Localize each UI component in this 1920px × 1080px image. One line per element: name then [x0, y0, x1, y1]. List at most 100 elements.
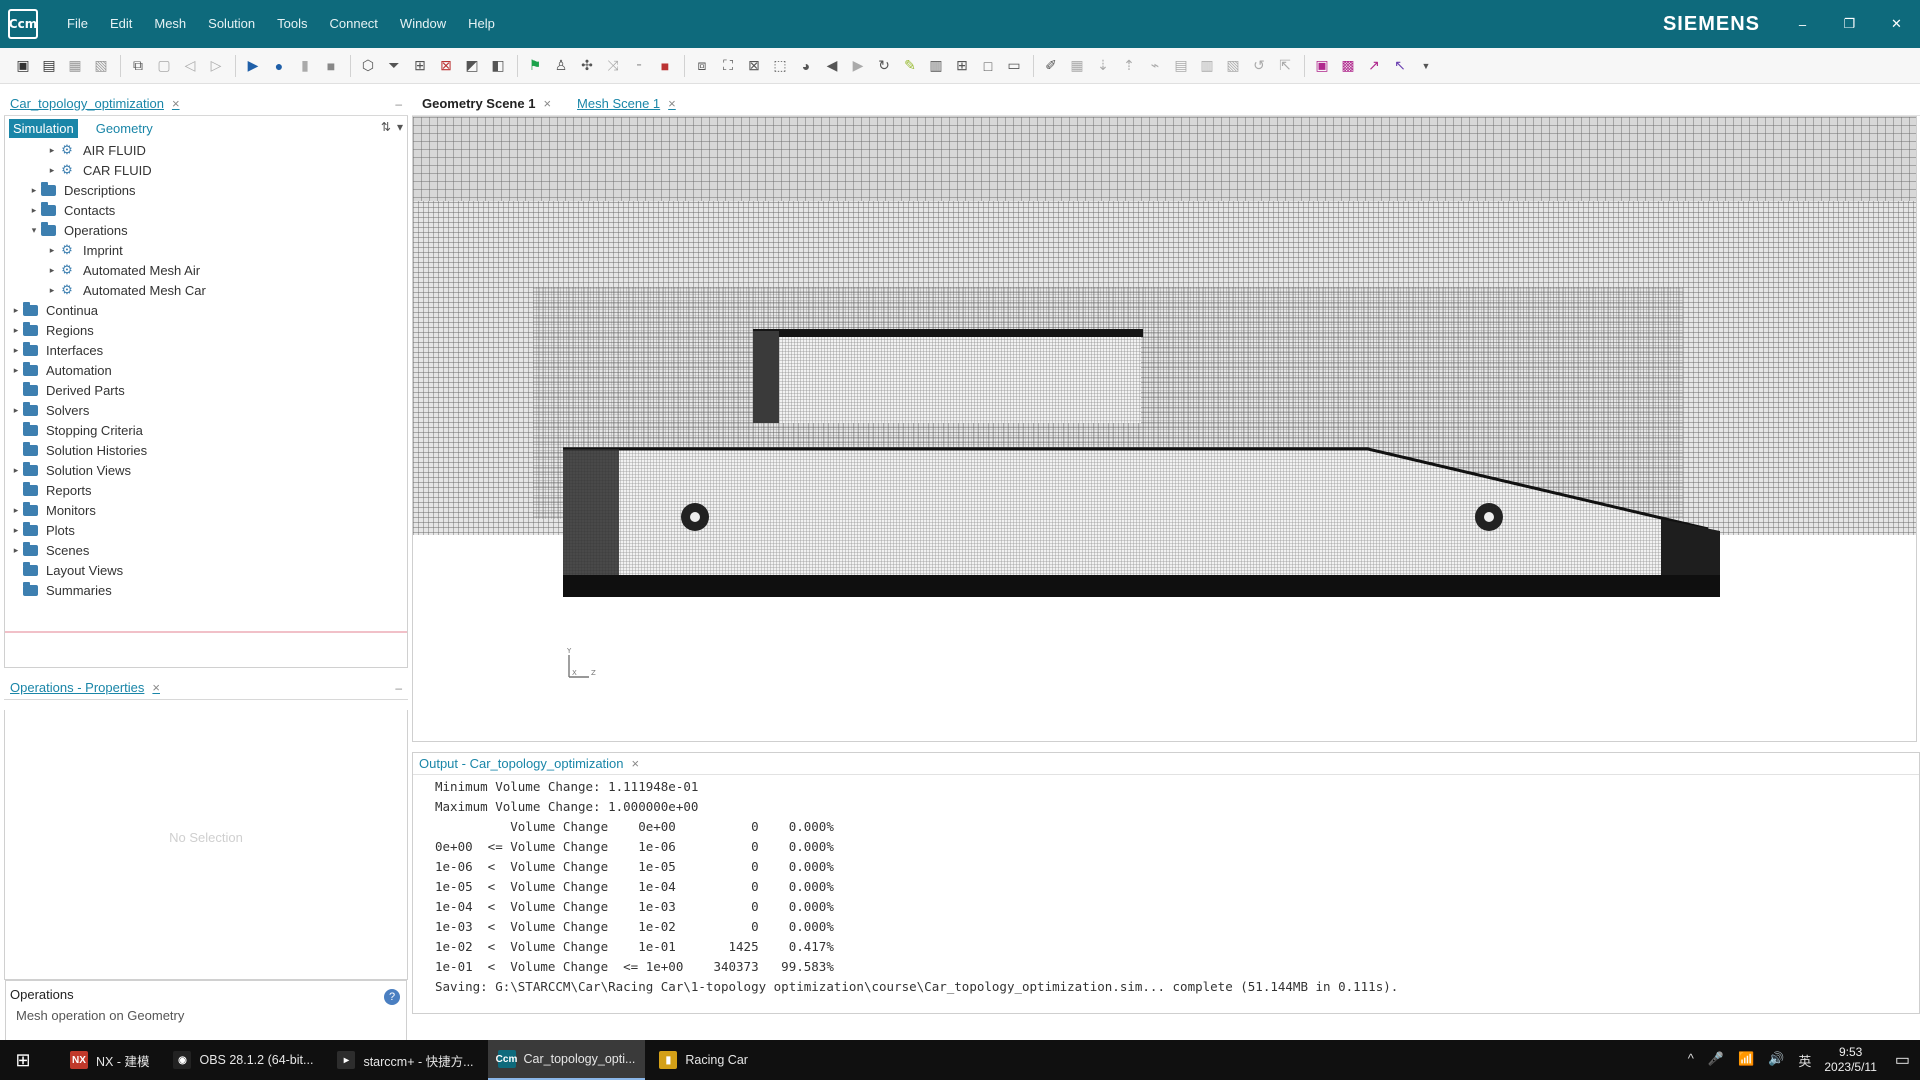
network-icon[interactable]: 📶 — [1738, 1051, 1754, 1070]
clear-mesh-icon[interactable]: ⊠ — [437, 57, 455, 75]
zoom-icon[interactable]: ⊠ — [745, 57, 763, 75]
minimize-panel-icon[interactable]: – — [395, 97, 402, 111]
expand-caret-icon[interactable]: ▸ — [45, 245, 59, 256]
step-icon[interactable]: ● — [270, 57, 288, 75]
expanded-caret-icon[interactable]: ▾ — [27, 225, 41, 236]
tree-item-continua[interactable]: ▸ Continua — [5, 300, 407, 320]
tab-mesh-scene[interactable]: Mesh Scene 1 × — [577, 96, 676, 111]
arrow-down-icon[interactable]: ⇣ — [1094, 57, 1112, 75]
close-button[interactable]: ✕ — [1873, 0, 1920, 48]
expand-caret-icon[interactable]: ▸ — [27, 185, 41, 196]
pause-icon[interactable]: ▮ — [296, 57, 314, 75]
menu-solution[interactable]: Solution — [197, 0, 266, 48]
filter-icon[interactable]: ⏷ — [385, 57, 403, 75]
stop-icon[interactable]: ■ — [322, 57, 340, 75]
rotate-icon[interactable]: ↻ — [875, 57, 893, 75]
run-icon[interactable]: ▶ — [244, 57, 262, 75]
expand-caret-icon[interactable]: ▸ — [45, 165, 59, 176]
expand-caret-icon[interactable]: ▸ — [27, 205, 41, 216]
tree-item-descriptions[interactable]: ▸ Descriptions — [5, 180, 407, 200]
expand-caret-icon[interactable]: ▸ — [45, 265, 59, 276]
output-tab[interactable]: Output - Car_topology_optimization × — [413, 753, 1919, 775]
expand-caret-icon[interactable]: ▸ — [45, 145, 59, 156]
pointer-icon[interactable]: ↖ — [1391, 57, 1409, 75]
start-button[interactable]: ⊞ — [0, 1040, 46, 1080]
close-icon[interactable]: × — [152, 680, 160, 695]
tree-item-derived-parts[interactable]: Derived Parts — [5, 380, 407, 400]
tree-filter-icon[interactable]: ⇅ — [381, 120, 391, 134]
expand-caret-icon[interactable]: ▸ — [9, 405, 23, 416]
tab-geometry-scene[interactable]: Geometry Scene 1 × — [422, 96, 551, 111]
restore-button[interactable]: ❐ — [1826, 0, 1873, 48]
tree-item-car-fluid[interactable]: ▸ ⚙ CAR FLUID — [5, 160, 407, 180]
chevron-down-icon[interactable]: ▾ — [397, 120, 403, 134]
tree-item-interfaces[interactable]: ▸ Interfaces — [5, 340, 407, 360]
tree-item-solution-histories[interactable]: Solution Histories — [5, 440, 407, 460]
tree-item-automation[interactable]: ▸ Automation — [5, 360, 407, 380]
menu-window[interactable]: Window — [389, 0, 457, 48]
close-icon[interactable]: × — [632, 756, 640, 771]
graphics-viewport[interactable]: Y X Z — [412, 116, 1917, 742]
record-icon[interactable]: ⁃ — [630, 57, 648, 75]
tree-item-air-fluid[interactable]: ▸ ⚙ AIR FLUID — [5, 140, 407, 160]
colorbar-icon[interactable]: ▣ — [1313, 57, 1331, 75]
scalar-icon[interactable]: ▩ — [1339, 57, 1357, 75]
link-icon[interactable]: ⌁ — [1146, 57, 1164, 75]
open-icon[interactable]: ▤ — [40, 57, 58, 75]
export-icon[interactable]: ⇱ — [1276, 57, 1294, 75]
tab-simulation[interactable]: Simulation — [9, 118, 78, 138]
new-sim-icon[interactable]: ▣ — [14, 57, 32, 75]
menu-mesh[interactable]: Mesh — [143, 0, 197, 48]
volume-icon[interactable]: ◧ — [489, 57, 507, 75]
tools-icon[interactable]: ✣ — [578, 57, 596, 75]
expand-caret-icon[interactable]: ▸ — [45, 285, 59, 296]
expand-caret-icon[interactable]: ▸ — [9, 465, 23, 476]
select-icon[interactable]: ⬚ — [771, 57, 789, 75]
person-icon[interactable]: ♙ — [552, 57, 570, 75]
expand-caret-icon[interactable]: ▸ — [9, 305, 23, 316]
menu-edit[interactable]: Edit — [99, 0, 143, 48]
volume-icon[interactable]: 🔊 — [1768, 1051, 1784, 1070]
close-icon[interactable]: × — [668, 96, 676, 111]
edit-icon[interactable]: ✐ — [1042, 57, 1060, 75]
tree-item-summaries[interactable]: Summaries — [5, 580, 407, 600]
table-icon[interactable]: ▦ — [1068, 57, 1086, 75]
taskbar-item[interactable]: Ccm Car_topology_opti... — [487, 1040, 646, 1080]
paste-icon[interactable]: ▢ — [155, 57, 173, 75]
show-hidden-icon[interactable]: ^ — [1688, 1051, 1694, 1070]
taskbar-item[interactable]: NX NX - 建模 — [60, 1040, 159, 1080]
expand-caret-icon[interactable]: ▸ — [9, 345, 23, 356]
fit-view-icon[interactable]: ⛶ — [719, 57, 737, 75]
undo-icon[interactable]: ◁ — [181, 57, 199, 75]
properties-tab[interactable]: Operations - Properties × — [10, 680, 160, 695]
grid-view-icon[interactable]: ⊞ — [953, 57, 971, 75]
minimize-panel-icon[interactable]: – — [395, 681, 402, 695]
taskbar-item[interactable]: ◉ OBS 28.1.2 (64-bit... — [163, 1040, 323, 1080]
tab-geometry[interactable]: Geometry — [92, 119, 157, 138]
blank-view-icon[interactable]: □ — [979, 57, 997, 75]
monitor-icon[interactable]: ▥ — [1198, 57, 1216, 75]
camera-icon[interactable]: ◕ — [797, 57, 815, 75]
mesh-grid-icon[interactable]: ⊞ — [411, 57, 429, 75]
help-icon[interactable]: ? — [384, 989, 400, 1005]
expand-caret-icon[interactable]: ▸ — [9, 545, 23, 556]
batch-icon[interactable]: ⤨ — [604, 57, 622, 75]
tree-item-reports[interactable]: Reports — [5, 480, 407, 500]
notification-icon[interactable]: ▭ — [1895, 1050, 1910, 1070]
tree-item-stopping-criteria[interactable]: Stopping Criteria — [5, 420, 407, 440]
tree-item-plots[interactable]: ▸ Plots — [5, 520, 407, 540]
tree-item-monitors[interactable]: ▸ Monitors — [5, 500, 407, 520]
history-icon[interactable]: ↺ — [1250, 57, 1268, 75]
generate-mesh-icon[interactable]: ⬡ — [359, 57, 377, 75]
tree-item-operations[interactable]: ▾ Operations — [5, 220, 407, 240]
expand-caret-icon[interactable]: ▸ — [9, 325, 23, 336]
back-icon[interactable]: ◀ — [823, 57, 841, 75]
menu-file[interactable]: File — [56, 0, 99, 48]
probe-icon[interactable]: ✎ — [901, 57, 919, 75]
tree-item-automated-mesh-car[interactable]: ▸ ⚙ Automated Mesh Car — [5, 280, 407, 300]
clock[interactable]: 9:53 2023/5/11 — [1824, 1045, 1877, 1075]
layout-icon[interactable]: ▥ — [927, 57, 945, 75]
expand-caret-icon[interactable]: ▸ — [9, 525, 23, 536]
taskbar-item[interactable]: ▸ starccm+ - 快捷方... — [327, 1040, 483, 1080]
surface-repair-icon[interactable]: ◩ — [463, 57, 481, 75]
